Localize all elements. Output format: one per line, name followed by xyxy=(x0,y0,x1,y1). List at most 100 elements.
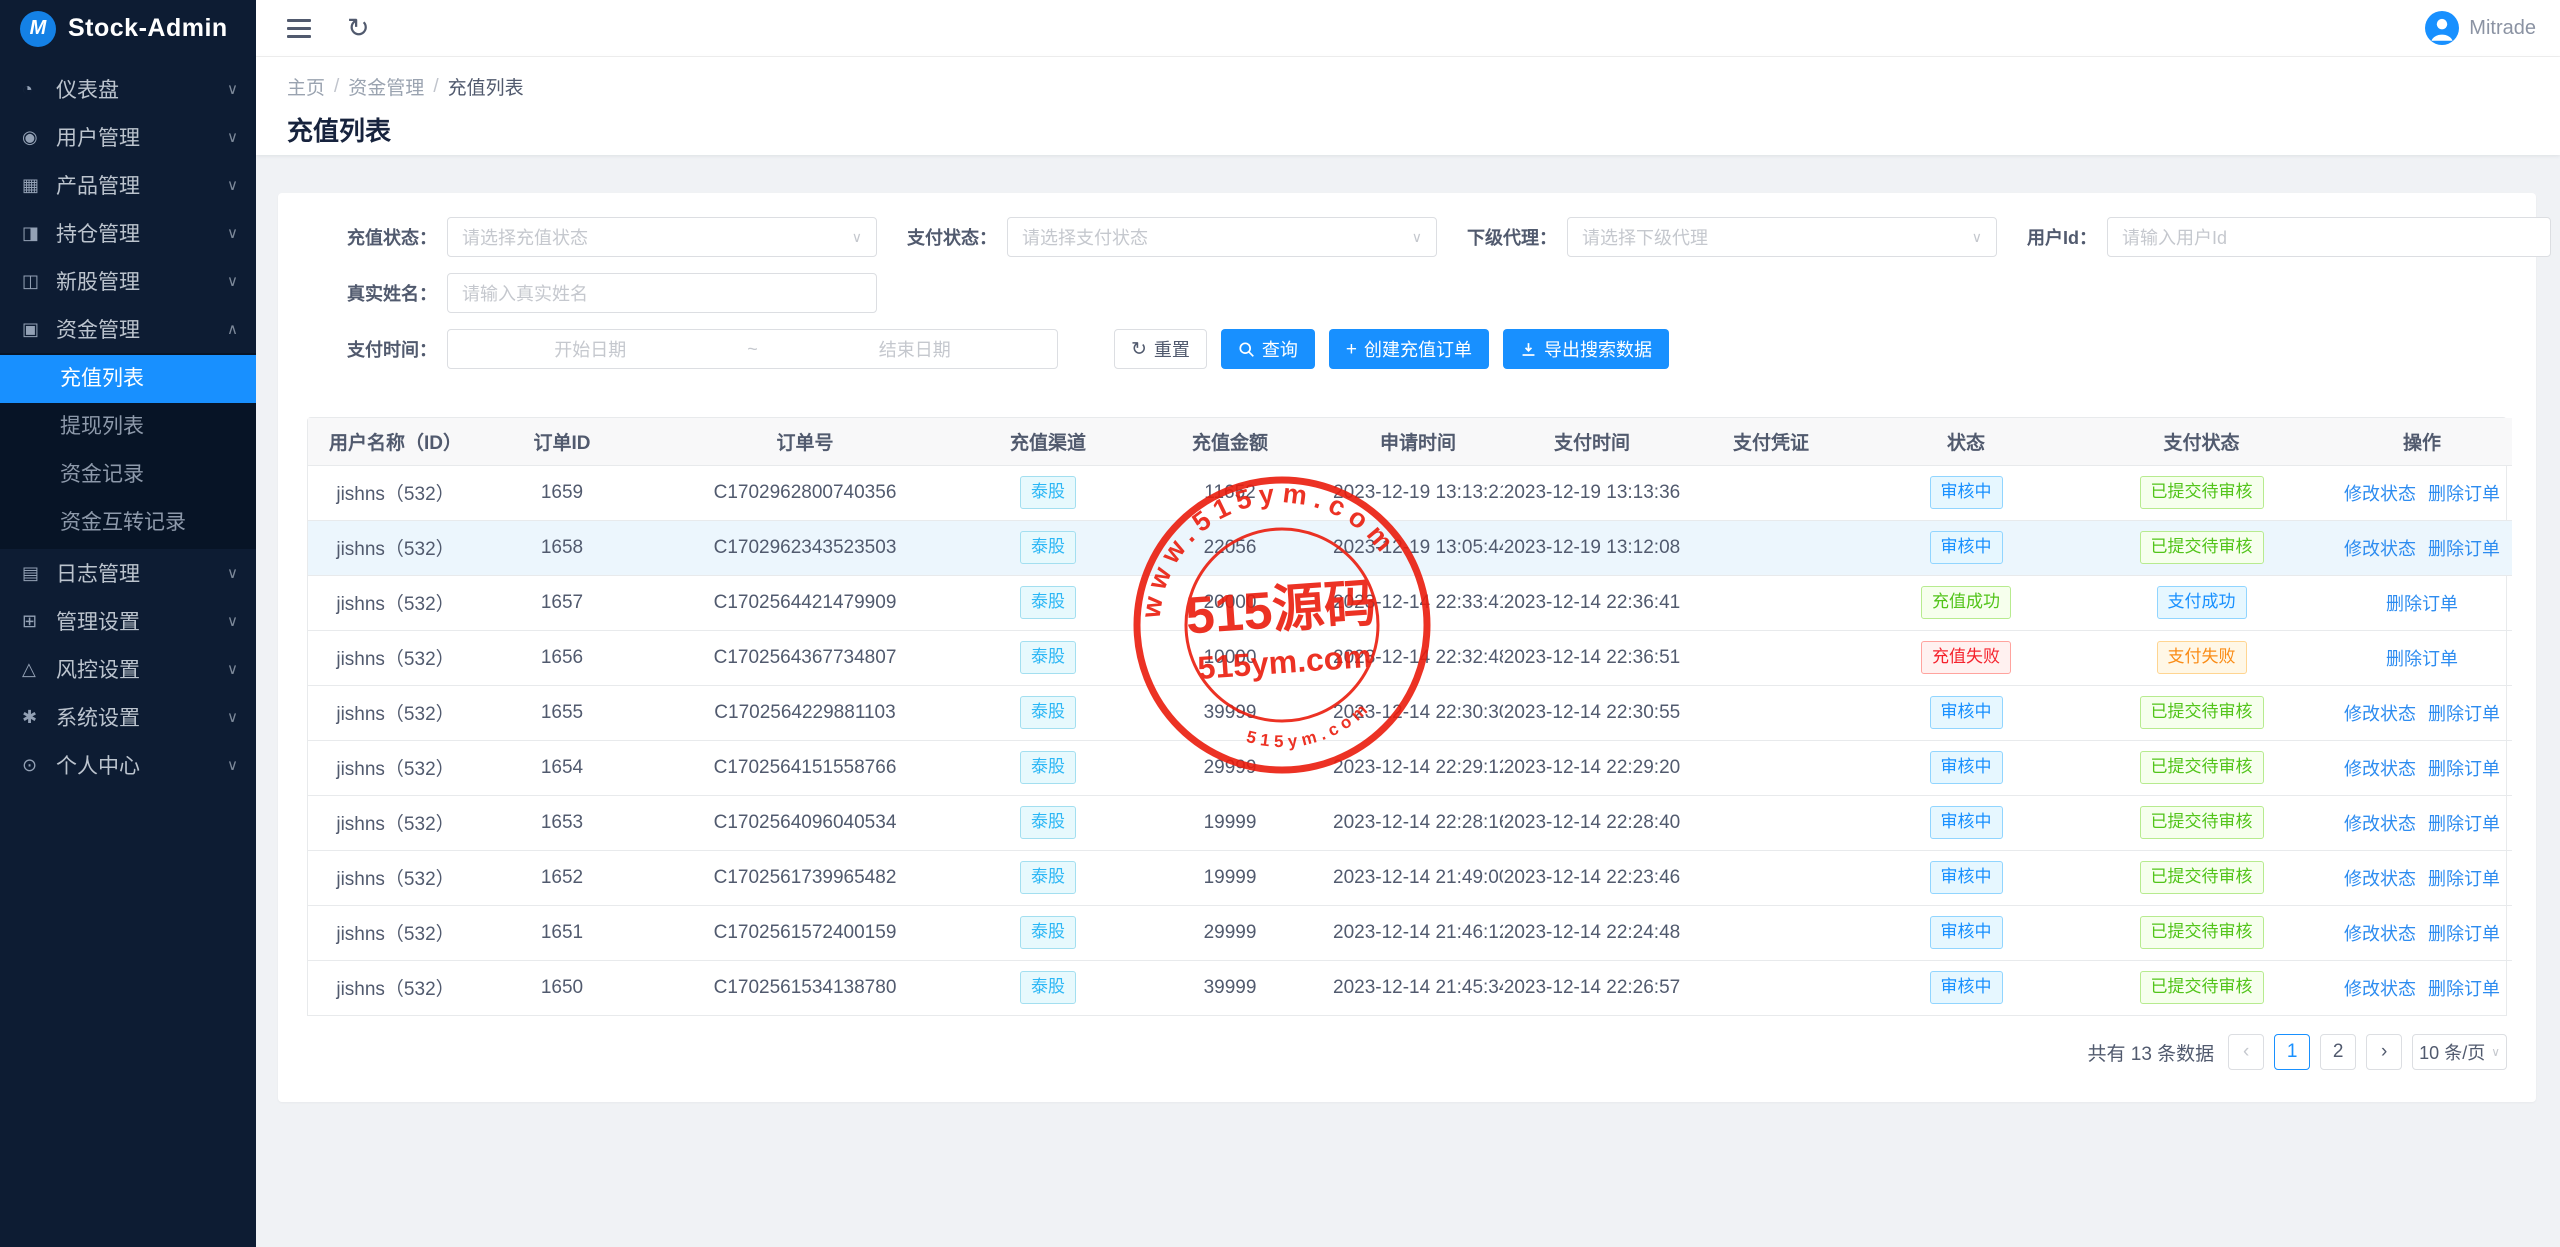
topbar-user[interactable]: Mitrade xyxy=(2425,11,2536,45)
start-date-placeholder: 开始日期 xyxy=(448,336,733,362)
sidebar-item-label: 仪表盘 xyxy=(56,74,227,104)
chevron-down-icon: ∨ xyxy=(227,128,238,146)
modify-status-link[interactable]: 修改状态 xyxy=(2344,814,2416,834)
status-cell: 充值失败 xyxy=(1861,630,2071,685)
risk-icon: △ xyxy=(22,659,50,680)
delete-order-link[interactable]: 删除订单 xyxy=(2428,704,2500,724)
plus-icon: + xyxy=(1346,340,1357,359)
channel-tag: 泰股 xyxy=(1020,751,1076,784)
actions-cell: 修改状态删除订单 xyxy=(2332,685,2512,740)
sidebar-subitem-funds-2[interactable]: 资金记录 xyxy=(0,451,256,499)
admin-settings-icon: ⊞ xyxy=(22,611,50,632)
pay-time-range-picker[interactable]: 开始日期 ~ 结束日期 xyxy=(447,329,1058,369)
modify-status-link[interactable]: 修改状态 xyxy=(2344,869,2416,889)
pagination-prev-button[interactable]: ‹ xyxy=(2228,1034,2264,1070)
pagination-page-1[interactable]: 1 xyxy=(2274,1034,2310,1070)
chevron-down-icon: ∨ xyxy=(227,224,238,242)
column-header-3: 充值渠道 xyxy=(969,418,1127,465)
delete-order-link[interactable]: 删除订单 xyxy=(2386,594,2458,614)
modify-status-link[interactable]: 修改状态 xyxy=(2344,704,2416,724)
actions-cell: 修改状态删除订单 xyxy=(2332,960,2512,1015)
sidebar-item-dashboard[interactable]: ◔仪表盘∨ xyxy=(0,65,256,113)
export-data-button[interactable]: 导出搜索数据 xyxy=(1503,329,1669,369)
users-icon: ◉ xyxy=(22,127,50,148)
chevron-down-icon: ∨ xyxy=(852,229,862,246)
pay-status-placeholder: 请选择支付状态 xyxy=(1022,224,1148,250)
delete-order-link[interactable]: 删除订单 xyxy=(2428,484,2500,504)
sidebar-subitem-funds-3[interactable]: 资金互转记录 xyxy=(0,499,256,547)
sidebar-item-profile[interactable]: ⊙个人中心∨ xyxy=(0,741,256,789)
status-cell: 审核中 xyxy=(1861,795,2071,850)
sidebar-subitem-funds-0[interactable]: 充值列表 xyxy=(0,355,256,403)
channel-cell: 泰股 xyxy=(969,685,1127,740)
sidebar-item-system-settings[interactable]: ✱系统设置∨ xyxy=(0,693,256,741)
real-name-input[interactable]: 请输入真实姓名 xyxy=(447,273,877,313)
delete-order-link[interactable]: 删除订单 xyxy=(2386,649,2458,669)
modify-status-link[interactable]: 修改状态 xyxy=(2344,759,2416,779)
breadcrumb-funds[interactable]: 资金管理 xyxy=(348,73,424,100)
apply-time-cell: 2023-12-14 22:32:48 xyxy=(1333,630,1503,685)
modify-status-link[interactable]: 修改状态 xyxy=(2344,979,2416,999)
create-order-button[interactable]: + 创建充值订单 xyxy=(1329,329,1489,369)
sidebar-item-new-stock[interactable]: ◫新股管理∨ xyxy=(0,257,256,305)
sidebar-subitem-funds-1[interactable]: 提现列表 xyxy=(0,403,256,451)
sidebar-item-users[interactable]: ◉用户管理∨ xyxy=(0,113,256,161)
delete-order-link[interactable]: 删除订单 xyxy=(2428,979,2500,999)
delete-order-link[interactable]: 删除订单 xyxy=(2428,924,2500,944)
channel-cell: 泰股 xyxy=(969,960,1127,1015)
recharge-status-select[interactable]: 请选择充值状态 ∨ xyxy=(447,217,877,257)
menu-fold-icon[interactable] xyxy=(287,19,311,38)
table-row-1652: jishns（532）1652C1702561739965482泰股199992… xyxy=(308,850,2512,905)
sidebar-item-logs[interactable]: ▤日志管理∨ xyxy=(0,549,256,597)
query-button[interactable]: 查询 xyxy=(1221,329,1315,369)
modify-status-link[interactable]: 修改状态 xyxy=(2344,924,2416,944)
page-title: 充值列表 xyxy=(287,111,2536,148)
actions-cell: 修改状态删除订单 xyxy=(2332,740,2512,795)
amount-cell: 19999 xyxy=(1127,850,1333,905)
page-size-select[interactable]: 10 条/页 ∨ xyxy=(2412,1034,2507,1070)
user-avatar xyxy=(2425,11,2459,45)
channel-tag: 泰股 xyxy=(1020,476,1076,509)
topbar: ↻ Mitrade xyxy=(256,0,2560,57)
column-header-4: 充值金额 xyxy=(1127,418,1333,465)
pagination-total: 共有 13 条数据 xyxy=(2087,1039,2214,1066)
pay-status-select[interactable]: 请选择支付状态 ∨ xyxy=(1007,217,1437,257)
apply-time-cell: 2023-12-14 22:28:16 xyxy=(1333,795,1503,850)
delete-order-link[interactable]: 删除订单 xyxy=(2428,759,2500,779)
pay-time-cell: 2023-12-14 22:36:51 xyxy=(1503,630,1681,685)
table-row-1656: jishns（532）1656C1702564367734807泰股100002… xyxy=(308,630,2512,685)
pay-status-tag: 已提交待审核 xyxy=(2140,751,2264,784)
breadcrumb-home[interactable]: 主页 xyxy=(287,73,325,100)
sidebar-item-funds[interactable]: ▣资金管理∧ xyxy=(0,305,256,353)
table-row-1650: jishns（532）1650C1702561534138780泰股399992… xyxy=(308,960,2512,1015)
sub-agent-placeholder: 请选择下级代理 xyxy=(1582,224,1708,250)
pagination-next-button[interactable]: › xyxy=(2366,1034,2402,1070)
sidebar-item-products[interactable]: ▦产品管理∨ xyxy=(0,161,256,209)
reset-button[interactable]: ↻ 重置 xyxy=(1114,329,1207,369)
sidebar-item-risk-settings[interactable]: △风控设置∨ xyxy=(0,645,256,693)
pay-status-tag: 已提交待审核 xyxy=(2140,916,2264,949)
voucher-cell xyxy=(1681,740,1861,795)
delete-order-link[interactable]: 删除订单 xyxy=(2428,814,2500,834)
refresh-icon[interactable]: ↻ xyxy=(347,15,370,42)
sidebar-item-positions[interactable]: ◨持仓管理∨ xyxy=(0,209,256,257)
sidebar-item-admin-settings[interactable]: ⊞管理设置∨ xyxy=(0,597,256,645)
breadcrumb-separator: / xyxy=(334,76,339,98)
amount-cell: 11652 xyxy=(1127,465,1333,520)
modify-status-link[interactable]: 修改状态 xyxy=(2344,539,2416,559)
sidebar-submenu: 充值列表提现列表资金记录资金互转记录 xyxy=(0,353,256,549)
pagination-page-2[interactable]: 2 xyxy=(2320,1034,2356,1070)
amount-cell: 19999 xyxy=(1127,795,1333,850)
chevron-down-icon: ∨ xyxy=(227,756,238,774)
modify-status-link[interactable]: 修改状态 xyxy=(2344,484,2416,504)
user-cell: jishns（532） xyxy=(308,520,483,575)
delete-order-link[interactable]: 删除订单 xyxy=(2428,869,2500,889)
pay-status-cell: 已提交待审核 xyxy=(2071,905,2332,960)
positions-icon: ◨ xyxy=(22,223,50,244)
delete-order-link[interactable]: 删除订单 xyxy=(2428,539,2500,559)
pay-status-tag: 支付成功 xyxy=(2157,586,2247,619)
status-tag: 审核中 xyxy=(1930,861,2003,894)
user-id-input[interactable]: 请输入用户Id xyxy=(2107,217,2551,257)
order-no-cell: C1702962343523503 xyxy=(641,520,969,575)
sub-agent-select[interactable]: 请选择下级代理 ∨ xyxy=(1567,217,1997,257)
